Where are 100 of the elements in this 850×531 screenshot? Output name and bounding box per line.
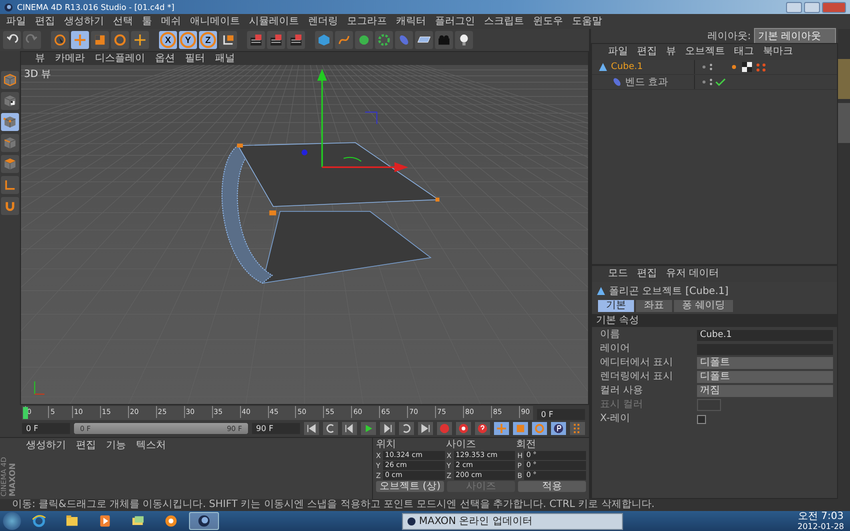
render-tool-button[interactable] [247,31,265,49]
dropdown[interactable]: 디폴트 [697,357,833,369]
texture-mode-button[interactable] [1,92,19,110]
help-key-button[interactable] [475,422,490,435]
menu-item[interactable]: 기능 [106,440,126,452]
menu-item[interactable]: 디스플레이 [95,52,145,64]
visibility-dots-icon[interactable] [701,77,727,87]
move-gizmo-drawing[interactable] [302,68,408,172]
render-tool-button[interactable] [287,31,305,49]
start-frame-field[interactable]: 0 F [22,423,70,434]
axis-lock-button[interactable]: X [159,31,177,49]
object-name[interactable]: Cube.1 [611,62,691,72]
bent-plane-drawing[interactable] [222,142,440,284]
menu-item[interactable]: 편집 [637,46,657,58]
undo-tool-button[interactable] [3,31,21,49]
select-tool-button[interactable] [51,31,69,49]
floor-tool-button[interactable] [415,31,433,49]
polygons-mode-button[interactable] [1,155,19,173]
menu-item[interactable]: 시뮬레이트 [249,16,299,28]
menu-item[interactable]: 메쉬 [161,16,181,28]
minimize-button[interactable] [786,2,802,12]
menu-item[interactable]: 파일 [6,16,26,28]
menu-item[interactable]: 편집 [35,16,55,28]
apply-button[interactable]: 적용 [518,481,586,492]
menu-item[interactable]: 툴 [142,16,152,28]
maximize-button[interactable] [804,2,820,12]
spline-tool-button[interactable] [335,31,353,49]
rotate-tool-button[interactable] [111,31,129,49]
next-key-button[interactable] [399,422,414,435]
taskbar-app-button[interactable] [189,512,219,530]
attribute-tab[interactable]: 퐁 쉐이딩 [674,300,734,312]
menu-item[interactable]: 윈도우 [533,16,563,28]
scale-tool-button[interactable] [91,31,109,49]
coord-tool-button[interactable] [219,31,237,49]
end-frame-field[interactable]: 90 F [252,423,300,434]
play-button[interactable] [361,422,376,435]
section-header: 기본 속성 [592,314,837,327]
menu-item[interactable]: 유저 데이터 [666,268,720,280]
auto-key-button[interactable] [456,422,471,435]
nurbs-tool-button[interactable] [355,31,373,49]
menu-item[interactable]: 스크립트 [484,16,524,28]
menu-item[interactable]: 모드 [608,268,628,280]
previous-key-button[interactable] [323,422,338,435]
layout-dropdown[interactable]: 기본 레이아웃 [754,28,836,44]
menu-item[interactable]: 모그라프 [347,16,387,28]
menu-item[interactable]: 카메라 [55,52,85,64]
step-forward-button[interactable] [380,422,395,435]
start-button[interactable] [3,512,21,530]
close-button[interactable] [822,2,846,12]
menu-item[interactable]: 오브젝트 [685,46,725,58]
attribute-tab[interactable]: 기본 [598,300,634,312]
checkbox[interactable] [697,414,706,424]
attribute-tab[interactable]: 좌표 [636,300,672,312]
cube-tool-button[interactable] [315,31,333,49]
coordinate-mode-dropdown[interactable]: 오브젝트 (상) [376,481,444,492]
menu-item[interactable]: 도움말 [572,16,602,28]
model-mode-button[interactable] [1,71,19,89]
menu-item[interactable]: 생성하기 [26,440,66,452]
menu-item[interactable]: 텍스처 [136,440,166,452]
axis-lock-button[interactable]: Y [179,31,197,49]
current-frame-field[interactable]: 0 F [537,409,585,420]
axis-lock-button[interactable]: Z [199,31,217,49]
array-tool-button[interactable] [375,31,393,49]
menu-item[interactable]: 렌더링 [308,16,338,28]
object-name[interactable]: 벤드 효과 [625,75,691,89]
menu-item[interactable]: 필터 [185,52,205,64]
menu-item[interactable]: 캐릭터 [396,16,426,28]
points-mode-button[interactable] [1,113,19,131]
edges-mode-button[interactable] [1,134,19,152]
update-window-tab[interactable]: MAXON 온라인 업데이터 [402,512,623,530]
menu-item[interactable]: 파일 [608,46,628,58]
step-back-button[interactable] [342,422,357,435]
menu-item[interactable]: 뷰 [35,52,45,64]
dropdown[interactable]: 꺼짐 [697,385,833,397]
menu-item[interactable]: 생성하기 [64,16,104,28]
menu-item[interactable]: 태그 [734,46,754,58]
light-tool-button[interactable] [455,31,473,49]
name-field[interactable]: Cube.1 [697,330,833,340]
axis-mode-button[interactable] [1,176,19,194]
step-back-icon [344,423,355,434]
menu-item[interactable]: 선택 [113,16,133,28]
render-icon [269,33,283,47]
dropdown[interactable]: 디폴트 [697,371,833,383]
menu-item[interactable]: 패널 [215,52,235,64]
menu-item[interactable]: 북마크 [763,46,793,58]
menu-item[interactable]: 옵션 [155,52,175,64]
menu-item[interactable]: 편집 [76,440,96,452]
menu-item[interactable]: 뷰 [666,46,676,58]
key-parameter-button[interactable] [551,422,566,435]
go-to-start-button[interactable] [304,422,319,435]
menu-item[interactable]: 플러그인 [435,16,475,28]
go-to-end-button[interactable] [418,422,433,435]
menu-item[interactable]: 애니메이트 [190,16,240,28]
render-tool-button[interactable] [267,31,285,49]
clock[interactable]: 오전 7:03 2012-01-28 [798,512,844,530]
add-tool-button[interactable] [131,31,149,49]
menu-item[interactable]: 편집 [637,268,657,280]
color-swatch[interactable] [697,399,721,411]
3d-viewport[interactable]: 3D 뷰 [21,65,588,404]
magnet-mode-button[interactable] [1,197,19,215]
